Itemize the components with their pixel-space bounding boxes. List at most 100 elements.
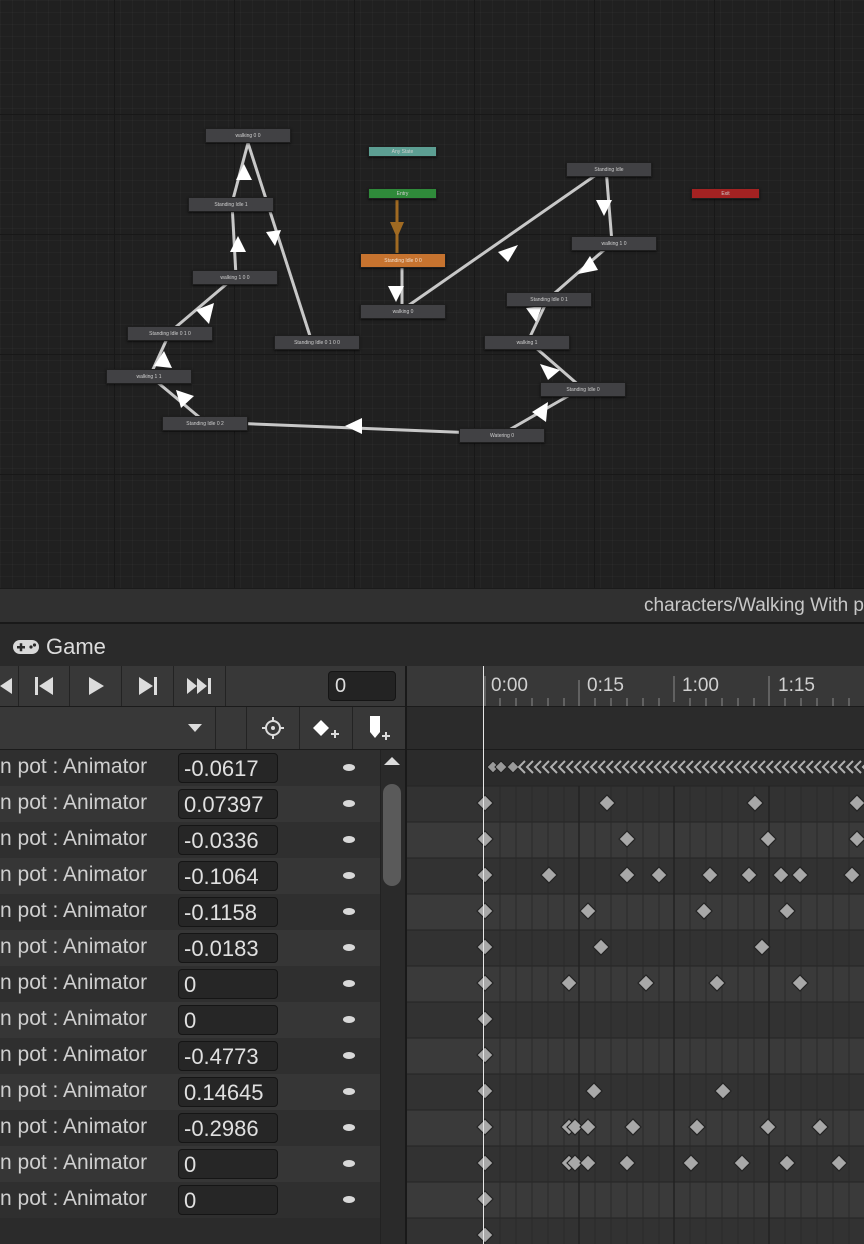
state-node[interactable]: Watering 0 <box>459 428 545 443</box>
animator-statusbar: characters/Walking With p <box>0 588 864 624</box>
property-value-field[interactable]: -0.0183 <box>178 933 278 963</box>
clip-options-bar <box>0 707 405 750</box>
playback-controls: 0 <box>0 666 405 707</box>
property-value-field[interactable]: 0 <box>178 1149 278 1179</box>
property-label: n pot : Animator <box>0 899 148 922</box>
keyframe-dot-icon[interactable] <box>343 1124 355 1131</box>
clip-dropdown-arrow-icon[interactable] <box>187 723 203 733</box>
state-node[interactable]: Standing Idle <box>566 162 652 177</box>
property-row[interactable]: n pot : Animator 0 <box>0 966 380 1002</box>
record-button[interactable] <box>0 666 19 706</box>
property-value-field[interactable]: 0.14645 <box>178 1077 278 1107</box>
property-value-field[interactable]: -0.4773 <box>178 1041 278 1071</box>
state-node[interactable]: walking 0 0 <box>205 128 291 143</box>
state-node[interactable]: walking 1 0 0 <box>192 270 278 285</box>
property-label: n pot : Animator <box>0 1079 148 1102</box>
property-row[interactable]: n pot : Animator -0.0336 <box>0 822 380 858</box>
property-row[interactable]: n pot : Animator 0 <box>0 1182 380 1218</box>
state-node[interactable]: walking 1 0 <box>571 236 657 251</box>
track-rows <box>407 786 864 1244</box>
property-value-field[interactable]: -0.0336 <box>178 825 278 855</box>
state-node[interactable]: walking 1 <box>484 335 570 350</box>
property-row[interactable]: n pot : Animator 0 <box>0 1002 380 1038</box>
keyframe-grid[interactable] <box>407 750 864 1244</box>
tab-game[interactable]: Game <box>46 634 106 660</box>
skip-end-icon <box>187 678 211 694</box>
property-row[interactable]: n pot : Animator -0.2986 <box>0 1110 380 1146</box>
next-keyframe-button[interactable] <box>123 666 174 706</box>
play-icon <box>89 677 104 695</box>
play-button[interactable] <box>71 666 122 706</box>
property-label: n pot : Animator <box>0 755 148 778</box>
property-value-field[interactable]: 0 <box>178 1005 278 1035</box>
keyframe-dot-icon[interactable] <box>343 980 355 987</box>
property-value-field[interactable]: -0.1064 <box>178 861 278 891</box>
state-node[interactable]: Standing Idle 0 1 <box>506 292 592 307</box>
state-node[interactable]: Standing Idle 0 2 <box>162 416 248 431</box>
keyframe-dot-icon[interactable] <box>343 836 355 843</box>
state-node[interactable]: Standing Idle 0 <box>540 382 626 397</box>
gamepad-icon <box>13 640 39 654</box>
entry-node[interactable]: Entry <box>368 188 437 199</box>
add-keyframe-button[interactable] <box>299 707 352 749</box>
keyframe-dot-icon[interactable] <box>343 1088 355 1095</box>
scrollbar-thumb[interactable] <box>383 784 401 886</box>
events-lane[interactable] <box>407 707 864 750</box>
keyframe-dot-icon[interactable] <box>343 872 355 879</box>
keyframe-dot-icon[interactable] <box>343 944 355 951</box>
time-label: 0:00 <box>491 675 528 696</box>
keyframe-dot-icon[interactable] <box>343 1196 355 1203</box>
keyframe-dot-icon[interactable] <box>343 1016 355 1023</box>
state-node[interactable]: walking 1 1 <box>106 369 192 384</box>
dopesheet-panel[interactable]: 0:00 0:15 1:00 1:15 <box>405 666 864 1244</box>
state-node[interactable]: Standing Idle 1 <box>188 197 274 212</box>
property-label: n pot : Animator <box>0 827 148 850</box>
keyframe-dot-icon[interactable] <box>343 1052 355 1059</box>
timeline-ruler[interactable]: 0:00 0:15 1:00 1:15 <box>407 666 864 707</box>
property-row[interactable]: n pot : Animator -0.0617 <box>0 750 380 786</box>
keyframe-dot-icon[interactable] <box>343 764 355 771</box>
property-value-field[interactable]: 0.07397 <box>178 789 278 819</box>
property-label: n pot : Animator <box>0 971 148 994</box>
animator-graph-canvas[interactable]: walking 0 0 Standing Idle 1 walking 1 0 … <box>0 0 864 588</box>
property-label: n pot : Animator <box>0 863 148 886</box>
exit-node[interactable]: Exit <box>691 188 760 199</box>
property-value-field[interactable]: 0 <box>178 1185 278 1215</box>
property-row[interactable]: n pot : Animator -0.0183 <box>0 930 380 966</box>
state-node[interactable]: walking 0 <box>360 304 446 319</box>
add-event-button[interactable] <box>352 707 405 749</box>
property-row[interactable]: n pot : Animator -0.1158 <box>0 894 380 930</box>
property-label: n pot : Animator <box>0 1043 148 1066</box>
property-row[interactable]: n pot : Animator -0.1064 <box>0 858 380 894</box>
property-row[interactable]: n pot : Animator 0.07397 <box>0 786 380 822</box>
any-state-node[interactable]: Any State <box>368 146 437 157</box>
property-value-field[interactable]: -0.0617 <box>178 753 278 783</box>
keyframe-dot-icon[interactable] <box>343 800 355 807</box>
property-row[interactable]: n pot : Animator -0.4773 <box>0 1038 380 1074</box>
state-node[interactable]: Standing Idle 0 1 0 0 <box>274 335 360 350</box>
property-value-field[interactable]: -0.1158 <box>178 897 278 927</box>
playhead[interactable] <box>483 666 484 1244</box>
first-keyframe-button[interactable] <box>19 666 70 706</box>
time-label: 0:15 <box>587 675 624 696</box>
filter-by-selection-button[interactable] <box>246 707 299 749</box>
property-label: n pot : Animator <box>0 1151 148 1174</box>
default-state-node[interactable]: Standing Idle 0 0 <box>360 253 446 268</box>
skip-start-icon <box>35 677 53 695</box>
property-label: n pot : Animator <box>0 1007 148 1030</box>
keyframe-dot-icon[interactable] <box>343 1160 355 1167</box>
scroll-up-arrow-icon[interactable] <box>383 756 401 766</box>
last-keyframe-button[interactable] <box>175 666 226 706</box>
animation-property-panel: 0 n pot : Animator -0.0617 n pot : Anima… <box>0 666 405 1244</box>
crosshair-icon <box>262 717 284 739</box>
property-value-field[interactable]: -0.2986 <box>178 1113 278 1143</box>
property-label: n pot : Animator <box>0 1187 148 1210</box>
time-label: 1:15 <box>778 675 815 696</box>
keyframe-dot-icon[interactable] <box>343 908 355 915</box>
property-row[interactable]: n pot : Animator 0 <box>0 1146 380 1182</box>
state-node[interactable]: Standing Idle 0 1 0 <box>127 326 213 341</box>
frame-field[interactable]: 0 <box>328 671 396 701</box>
transition-edges <box>148 142 614 436</box>
property-value-field[interactable]: 0 <box>178 969 278 999</box>
property-row[interactable]: n pot : Animator 0.14645 <box>0 1074 380 1110</box>
